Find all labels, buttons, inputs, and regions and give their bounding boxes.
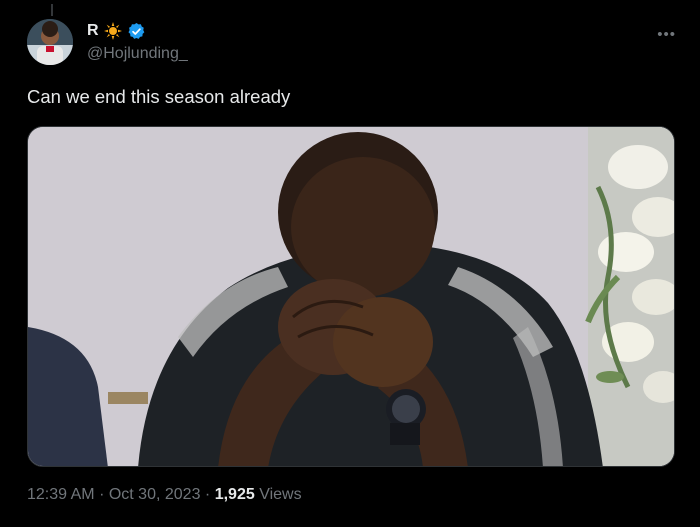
sun-emoji-icon (103, 22, 122, 40)
author-avatar[interactable] (27, 19, 73, 65)
views-count: 1,925 (214, 486, 255, 503)
verified-badge-icon[interactable] (127, 22, 146, 41)
meta-separator: · (99, 486, 105, 503)
tweet-time[interactable]: 12:39 AM (27, 486, 95, 503)
more-options-icon[interactable]: ••• (657, 26, 676, 43)
flowers-decoration (585, 127, 674, 466)
thread-connector-line (51, 4, 53, 16)
views-label: Views (259, 486, 302, 503)
author-name-row[interactable]: R (87, 20, 146, 42)
tweet-media-photo[interactable] (27, 126, 675, 467)
avatar-image (27, 19, 73, 65)
tweet-date[interactable]: Oct 30, 2023 (109, 486, 201, 503)
tweet-metadata: 12:39 AM · Oct 30, 2023 · 1,925 Views (27, 486, 302, 504)
tweet-text: Can we end this season already (27, 86, 291, 107)
meta-separator: · (204, 486, 211, 503)
photo-image (28, 127, 674, 466)
author-display-name[interactable]: R (87, 22, 99, 40)
author-handle[interactable]: @Hojlunding_ (87, 45, 188, 63)
